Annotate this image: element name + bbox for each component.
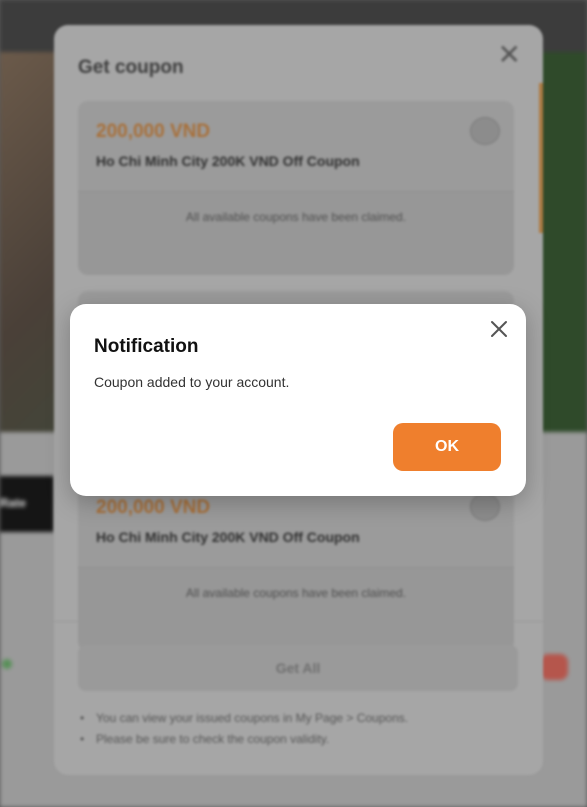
coupon-amount: 200,000 VND [96, 497, 211, 518]
page: Rate Get coupon ✕ 200,000 VND Ho Chi Min… [0, 0, 587, 807]
notification-title: Notification [94, 336, 199, 357]
background-status-dot [2, 659, 12, 669]
background-rate-tab-label: Rate [0, 496, 27, 510]
note-item: You can view your issued coupons in My P… [80, 711, 408, 725]
notification-dialog: Notification Coupon added to your accoun… [70, 304, 526, 496]
coupon-name: Ho Chi Minh City 200K VND Off Coupon [96, 153, 360, 169]
coupon-modal-title: Get coupon [78, 57, 184, 78]
background-rate-tab: Rate [0, 476, 54, 532]
ok-button[interactable]: OK [393, 423, 501, 471]
coupon-name: Ho Chi Minh City 200K VND Off Coupon [96, 529, 360, 545]
coupon-status: All available coupons have been claimed. [78, 567, 514, 651]
note-item: Please be sure to check the coupon valid… [80, 732, 408, 746]
coupon-card: 200,000 VND Ho Chi Minh City 200K VND Of… [78, 477, 514, 651]
coupon-card: 200,000 VND Ho Chi Minh City 200K VND Of… [78, 101, 514, 275]
coupon-amount: 200,000 VND [96, 121, 211, 142]
close-icon[interactable] [486, 316, 512, 342]
close-icon[interactable]: ✕ [498, 41, 521, 69]
get-all-button[interactable]: Get All [78, 645, 518, 691]
background-red-badge [540, 654, 568, 680]
footer-divider [54, 621, 543, 622]
coupon-notes: You can view your issued coupons in My P… [80, 711, 408, 753]
scrollbar[interactable] [539, 83, 543, 233]
notification-message: Coupon added to your account. [94, 374, 290, 390]
download-icon[interactable] [470, 493, 500, 521]
coupon-status: All available coupons have been claimed. [78, 191, 514, 275]
download-icon[interactable] [470, 117, 500, 145]
